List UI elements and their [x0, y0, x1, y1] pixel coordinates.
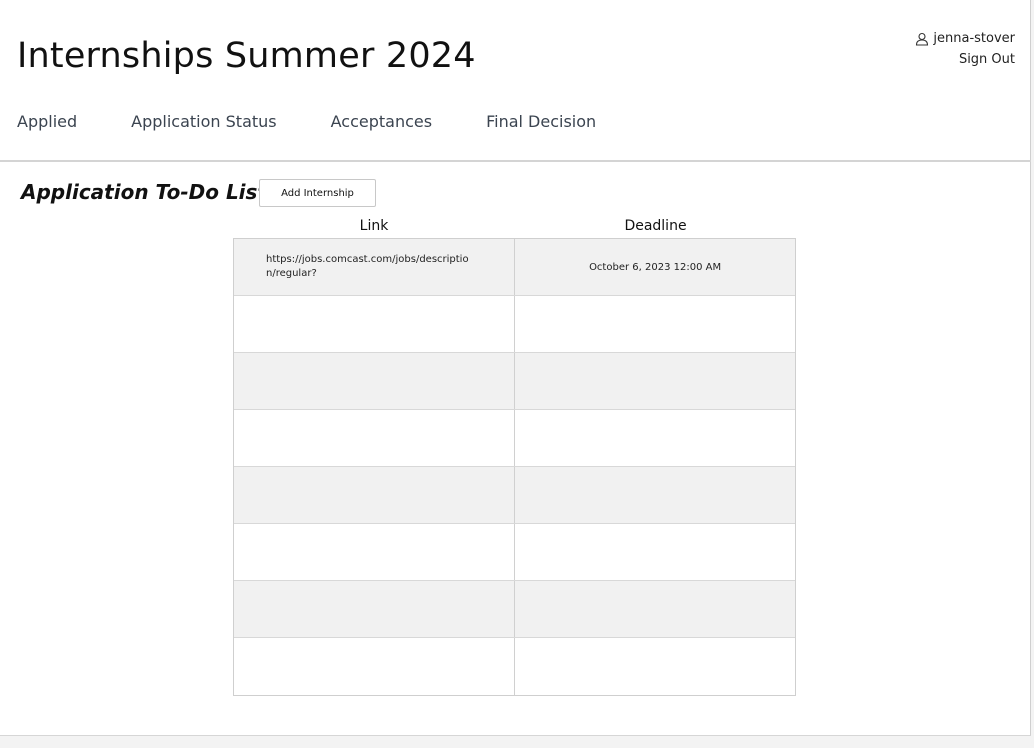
header-divider: [0, 160, 1031, 162]
deadline-cell: [515, 296, 795, 352]
username: jenna-stover: [933, 31, 1015, 46]
user-box: jenna-stover Sign Out: [915, 31, 1015, 67]
add-internship-button[interactable]: Add Internship: [259, 179, 376, 207]
table-row[interactable]: [234, 581, 795, 638]
link-cell[interactable]: https://jobs.comcast.com/jobs/descriptio…: [234, 239, 516, 295]
link-cell[interactable]: [234, 467, 516, 523]
link-cell[interactable]: [234, 638, 516, 695]
table-row[interactable]: [234, 353, 795, 410]
deadline-cell: [515, 353, 795, 409]
deadline-cell: [515, 524, 795, 580]
deadline-cell: [515, 638, 795, 695]
todo-table: https://jobs.comcast.com/jobs/descriptio…: [233, 238, 796, 696]
deadline-cell: October 6, 2023 12:00 AM: [589, 261, 722, 273]
column-header-link: Link: [359, 218, 389, 234]
table-row[interactable]: [234, 638, 795, 695]
sign-out-link[interactable]: Sign Out: [915, 52, 1015, 67]
main-nav: Applied Application Status Acceptances F…: [17, 112, 596, 131]
table-row[interactable]: [234, 467, 795, 524]
link-cell[interactable]: [234, 581, 516, 637]
deadline-cell: [515, 581, 795, 637]
table-row[interactable]: [234, 296, 795, 353]
deadline-cell: [515, 410, 795, 466]
link-cell[interactable]: [234, 524, 516, 580]
link-cell[interactable]: [234, 296, 516, 352]
section-title: Application To-Do List: [21, 180, 268, 204]
link-cell[interactable]: [234, 410, 516, 466]
nav-item-acceptances[interactable]: Acceptances: [331, 112, 432, 131]
page-title: Internships Summer 2024: [17, 36, 476, 76]
page: Internships Summer 2024 jenna-stover Sig…: [0, 0, 1031, 736]
table-row[interactable]: [234, 410, 795, 467]
link-cell[interactable]: [234, 353, 516, 409]
user-icon: [915, 32, 929, 46]
deadline-cell: [515, 467, 795, 523]
column-header-deadline: Deadline: [624, 218, 687, 234]
nav-item-final-decision[interactable]: Final Decision: [486, 112, 596, 131]
table-row[interactable]: https://jobs.comcast.com/jobs/descriptio…: [234, 239, 795, 296]
nav-item-applied[interactable]: Applied: [17, 112, 77, 131]
user-info[interactable]: jenna-stover: [915, 31, 1015, 46]
table-row[interactable]: [234, 524, 795, 581]
nav-item-application-status[interactable]: Application Status: [131, 112, 276, 131]
